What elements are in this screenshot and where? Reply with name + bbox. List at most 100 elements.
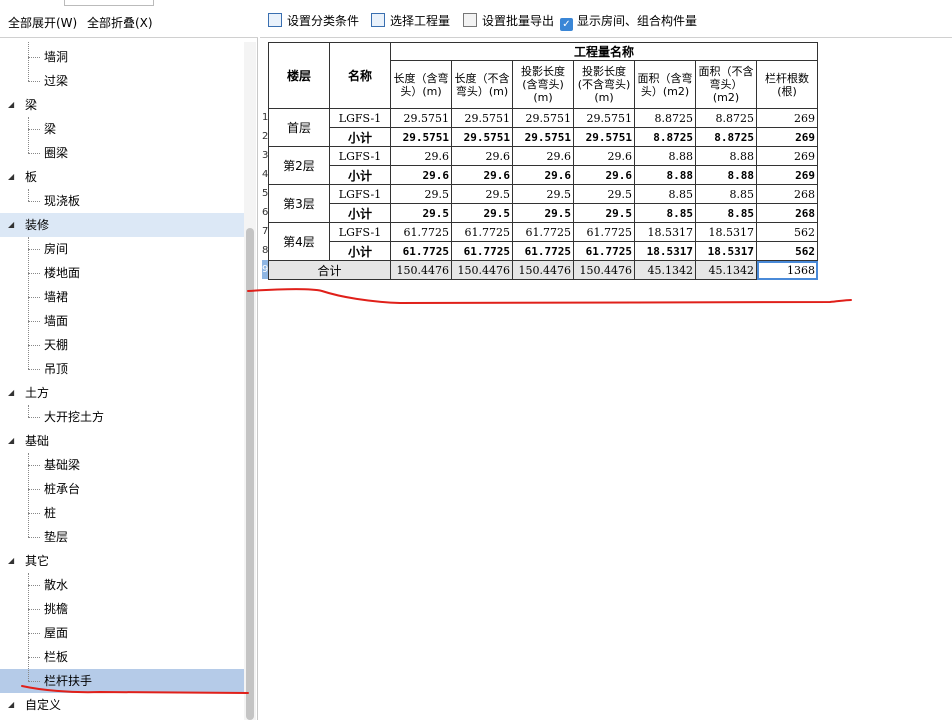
subtotal-cell[interactable]: 18.5317 — [634, 241, 696, 261]
tree-item[interactable]: 吊顶 — [0, 357, 244, 381]
quantity-cell[interactable]: 29.5 — [573, 184, 635, 204]
quantity-cell[interactable]: 29.5751 — [451, 108, 513, 128]
quantity-cell[interactable]: 8.8725 — [695, 108, 757, 128]
set-category-button[interactable]: 设置分类条件 — [268, 12, 359, 30]
tree-item[interactable]: 屋面 — [0, 621, 244, 645]
header-quantity-column[interactable]: 长度（含弯头）(m) — [390, 60, 452, 109]
subtotal-cell[interactable]: 8.88 — [634, 165, 696, 185]
header-quantity-column[interactable]: 面积（含弯头）(m2) — [634, 60, 696, 109]
quantity-cell[interactable]: 268 — [756, 184, 818, 204]
header-quantity-column[interactable]: 长度（不含弯头）(m) — [451, 60, 513, 109]
header-quantity-column[interactable]: 栏杆根数(根) — [756, 60, 818, 109]
collapse-all-button[interactable]: 全部折叠(X) — [87, 14, 153, 31]
quantity-cell[interactable]: 29.6 — [390, 146, 452, 166]
subtotal-label-cell[interactable]: 小计 — [329, 165, 391, 185]
tree-scrollbar-thumb[interactable] — [246, 228, 254, 720]
subtotal-cell[interactable]: 29.6 — [573, 165, 635, 185]
tree-item[interactable]: 房间 — [0, 237, 244, 261]
set-batch-export-button[interactable]: 设置批量导出 — [463, 12, 554, 30]
subtotal-cell[interactable]: 29.5751 — [451, 127, 513, 147]
quantity-cell[interactable]: 18.5317 — [634, 222, 696, 242]
quantity-cell[interactable]: 8.88 — [634, 146, 696, 166]
subtotal-label-cell[interactable]: 小计 — [329, 127, 391, 147]
quantity-cell[interactable]: 29.5751 — [573, 108, 635, 128]
tree-item[interactable]: 栏杆扶手 — [0, 669, 244, 693]
quantity-cell[interactable]: 8.85 — [634, 184, 696, 204]
select-quantity-button[interactable]: 选择工程量 — [371, 12, 450, 30]
floor-cell[interactable]: 第3层 — [268, 184, 330, 223]
collapse-arrow-icon[interactable]: ◢ — [8, 693, 14, 717]
quantity-cell[interactable]: 8.88 — [695, 146, 757, 166]
tree-item[interactable]: 梁 — [0, 117, 244, 141]
total-cell[interactable]: 150.4476 — [390, 260, 452, 280]
tree-item[interactable]: 垫层 — [0, 525, 244, 549]
quantity-cell[interactable]: 29.6 — [512, 146, 574, 166]
collapse-arrow-icon[interactable]: ◢ — [8, 165, 14, 189]
tree-item[interactable]: 桩承台 — [0, 477, 244, 501]
tree-category[interactable]: ◢ 自定义 — [0, 693, 244, 717]
subtotal-cell[interactable]: 29.5751 — [512, 127, 574, 147]
quantity-cell[interactable]: 29.5 — [390, 184, 452, 204]
header-quantity-column[interactable]: 投影长度(不含弯头)(m) — [573, 60, 635, 109]
subtotal-row[interactable]: 小计 29.5751 29.5751 29.5751 29.5751 8.8725 8.87… — [269, 127, 818, 147]
quantity-cell[interactable]: 29.6 — [451, 146, 513, 166]
tree-item[interactable]: 楼地面 — [0, 261, 244, 285]
quantity-cell[interactable]: 61.7725 — [390, 222, 452, 242]
collapse-arrow-icon[interactable]: ◢ — [8, 549, 14, 573]
subtotal-cell[interactable]: 29.6 — [512, 165, 574, 185]
subtotal-cell[interactable]: 29.5 — [512, 203, 574, 223]
table-row[interactable]: 首层 LGFS-1 29.5751 29.5751 29.5751 29.5751 8.87… — [268, 108, 818, 147]
tree-item[interactable]: 过梁 — [0, 69, 244, 93]
tree-category[interactable]: ◢ 其它 — [0, 549, 244, 573]
subtotal-row[interactable]: 小计 29.5 29.5 29.5 29.5 8.85 8.85 268 — [269, 203, 818, 223]
quantity-cell[interactable]: 61.7725 — [573, 222, 635, 242]
quantity-cell[interactable]: 61.7725 — [451, 222, 513, 242]
expand-all-button[interactable]: 全部展开(W) — [8, 14, 77, 31]
subtotal-cell[interactable]: 18.5317 — [695, 241, 757, 261]
quantity-cell[interactable]: 29.5 — [512, 184, 574, 204]
tree-item[interactable]: 大开挖土方 — [0, 405, 244, 429]
tree-item[interactable]: 挑檐 — [0, 597, 244, 621]
subtotal-cell[interactable]: 269 — [756, 165, 818, 185]
quantity-cell[interactable]: 61.7725 — [512, 222, 574, 242]
subtotal-cell[interactable]: 8.85 — [695, 203, 757, 223]
subtotal-cell[interactable]: 8.8725 — [695, 127, 757, 147]
tree-scrollbar[interactable] — [244, 42, 256, 720]
subtotal-cell[interactable]: 29.6 — [451, 165, 513, 185]
subtotal-cell[interactable]: 29.5751 — [390, 127, 452, 147]
subtotal-cell[interactable]: 61.7725 — [451, 241, 513, 261]
subtotal-row[interactable]: 小计 29.6 29.6 29.6 29.6 8.88 8.88 269 — [269, 165, 818, 185]
header-quantity-column[interactable]: 面积（不含弯头）(m2) — [695, 60, 757, 109]
subtotal-cell[interactable]: 562 — [756, 241, 818, 261]
subtotal-cell[interactable]: 8.8725 — [634, 127, 696, 147]
collapse-arrow-icon[interactable]: ◢ — [8, 381, 14, 405]
collapse-arrow-icon[interactable]: ◢ — [8, 93, 14, 117]
tree-item[interactable]: 基础梁 — [0, 453, 244, 477]
subtotal-row[interactable]: 小计 61.7725 61.7725 61.7725 61.7725 18.5317 18.… — [269, 241, 818, 261]
total-cell[interactable]: 150.4476 — [512, 260, 574, 280]
component-name-cell[interactable]: LGFS-1 — [329, 222, 391, 242]
floor-cell[interactable]: 首层 — [268, 108, 330, 147]
subtotal-label-cell[interactable]: 小计 — [329, 241, 391, 261]
quantity-cell[interactable]: 29.5751 — [512, 108, 574, 128]
quantity-cell[interactable]: 269 — [756, 146, 818, 166]
subtotal-cell[interactable]: 29.6 — [390, 165, 452, 185]
quantity-cell[interactable]: 29.5 — [451, 184, 513, 204]
total-label-cell[interactable]: 合计 — [268, 260, 391, 280]
floor-cell[interactable]: 第4层 — [268, 222, 330, 261]
table-row[interactable]: 第3层 LGFS-1 29.5 29.5 29.5 29.5 8.85 8.85 268 — [268, 184, 818, 223]
total-row[interactable]: 合计 150.4476 150.4476 150.4476 150.4476 45.134… — [268, 260, 818, 280]
quantity-cell[interactable]: 29.6 — [573, 146, 635, 166]
show-rooms-checkbox[interactable]: ✓ 显示房间、组合构件量 — [560, 12, 697, 31]
header-name[interactable]: 名称 — [329, 42, 391, 109]
quantity-cell[interactable]: 8.85 — [695, 184, 757, 204]
floor-cell[interactable]: 第2层 — [268, 146, 330, 185]
table-row[interactable]: 第4层 LGFS-1 61.7725 61.7725 61.7725 61.7725 18.… — [268, 222, 818, 261]
subtotal-cell[interactable]: 61.7725 — [512, 241, 574, 261]
subtotal-cell[interactable]: 29.5 — [451, 203, 513, 223]
component-name-cell[interactable]: LGFS-1 — [329, 108, 391, 128]
collapse-arrow-icon[interactable]: ◢ — [8, 213, 14, 237]
total-cell[interactable]: 150.4476 — [573, 260, 635, 280]
tree-category[interactable]: ◢ 土方 — [0, 381, 244, 405]
collapse-arrow-icon[interactable]: ◢ — [8, 429, 14, 453]
